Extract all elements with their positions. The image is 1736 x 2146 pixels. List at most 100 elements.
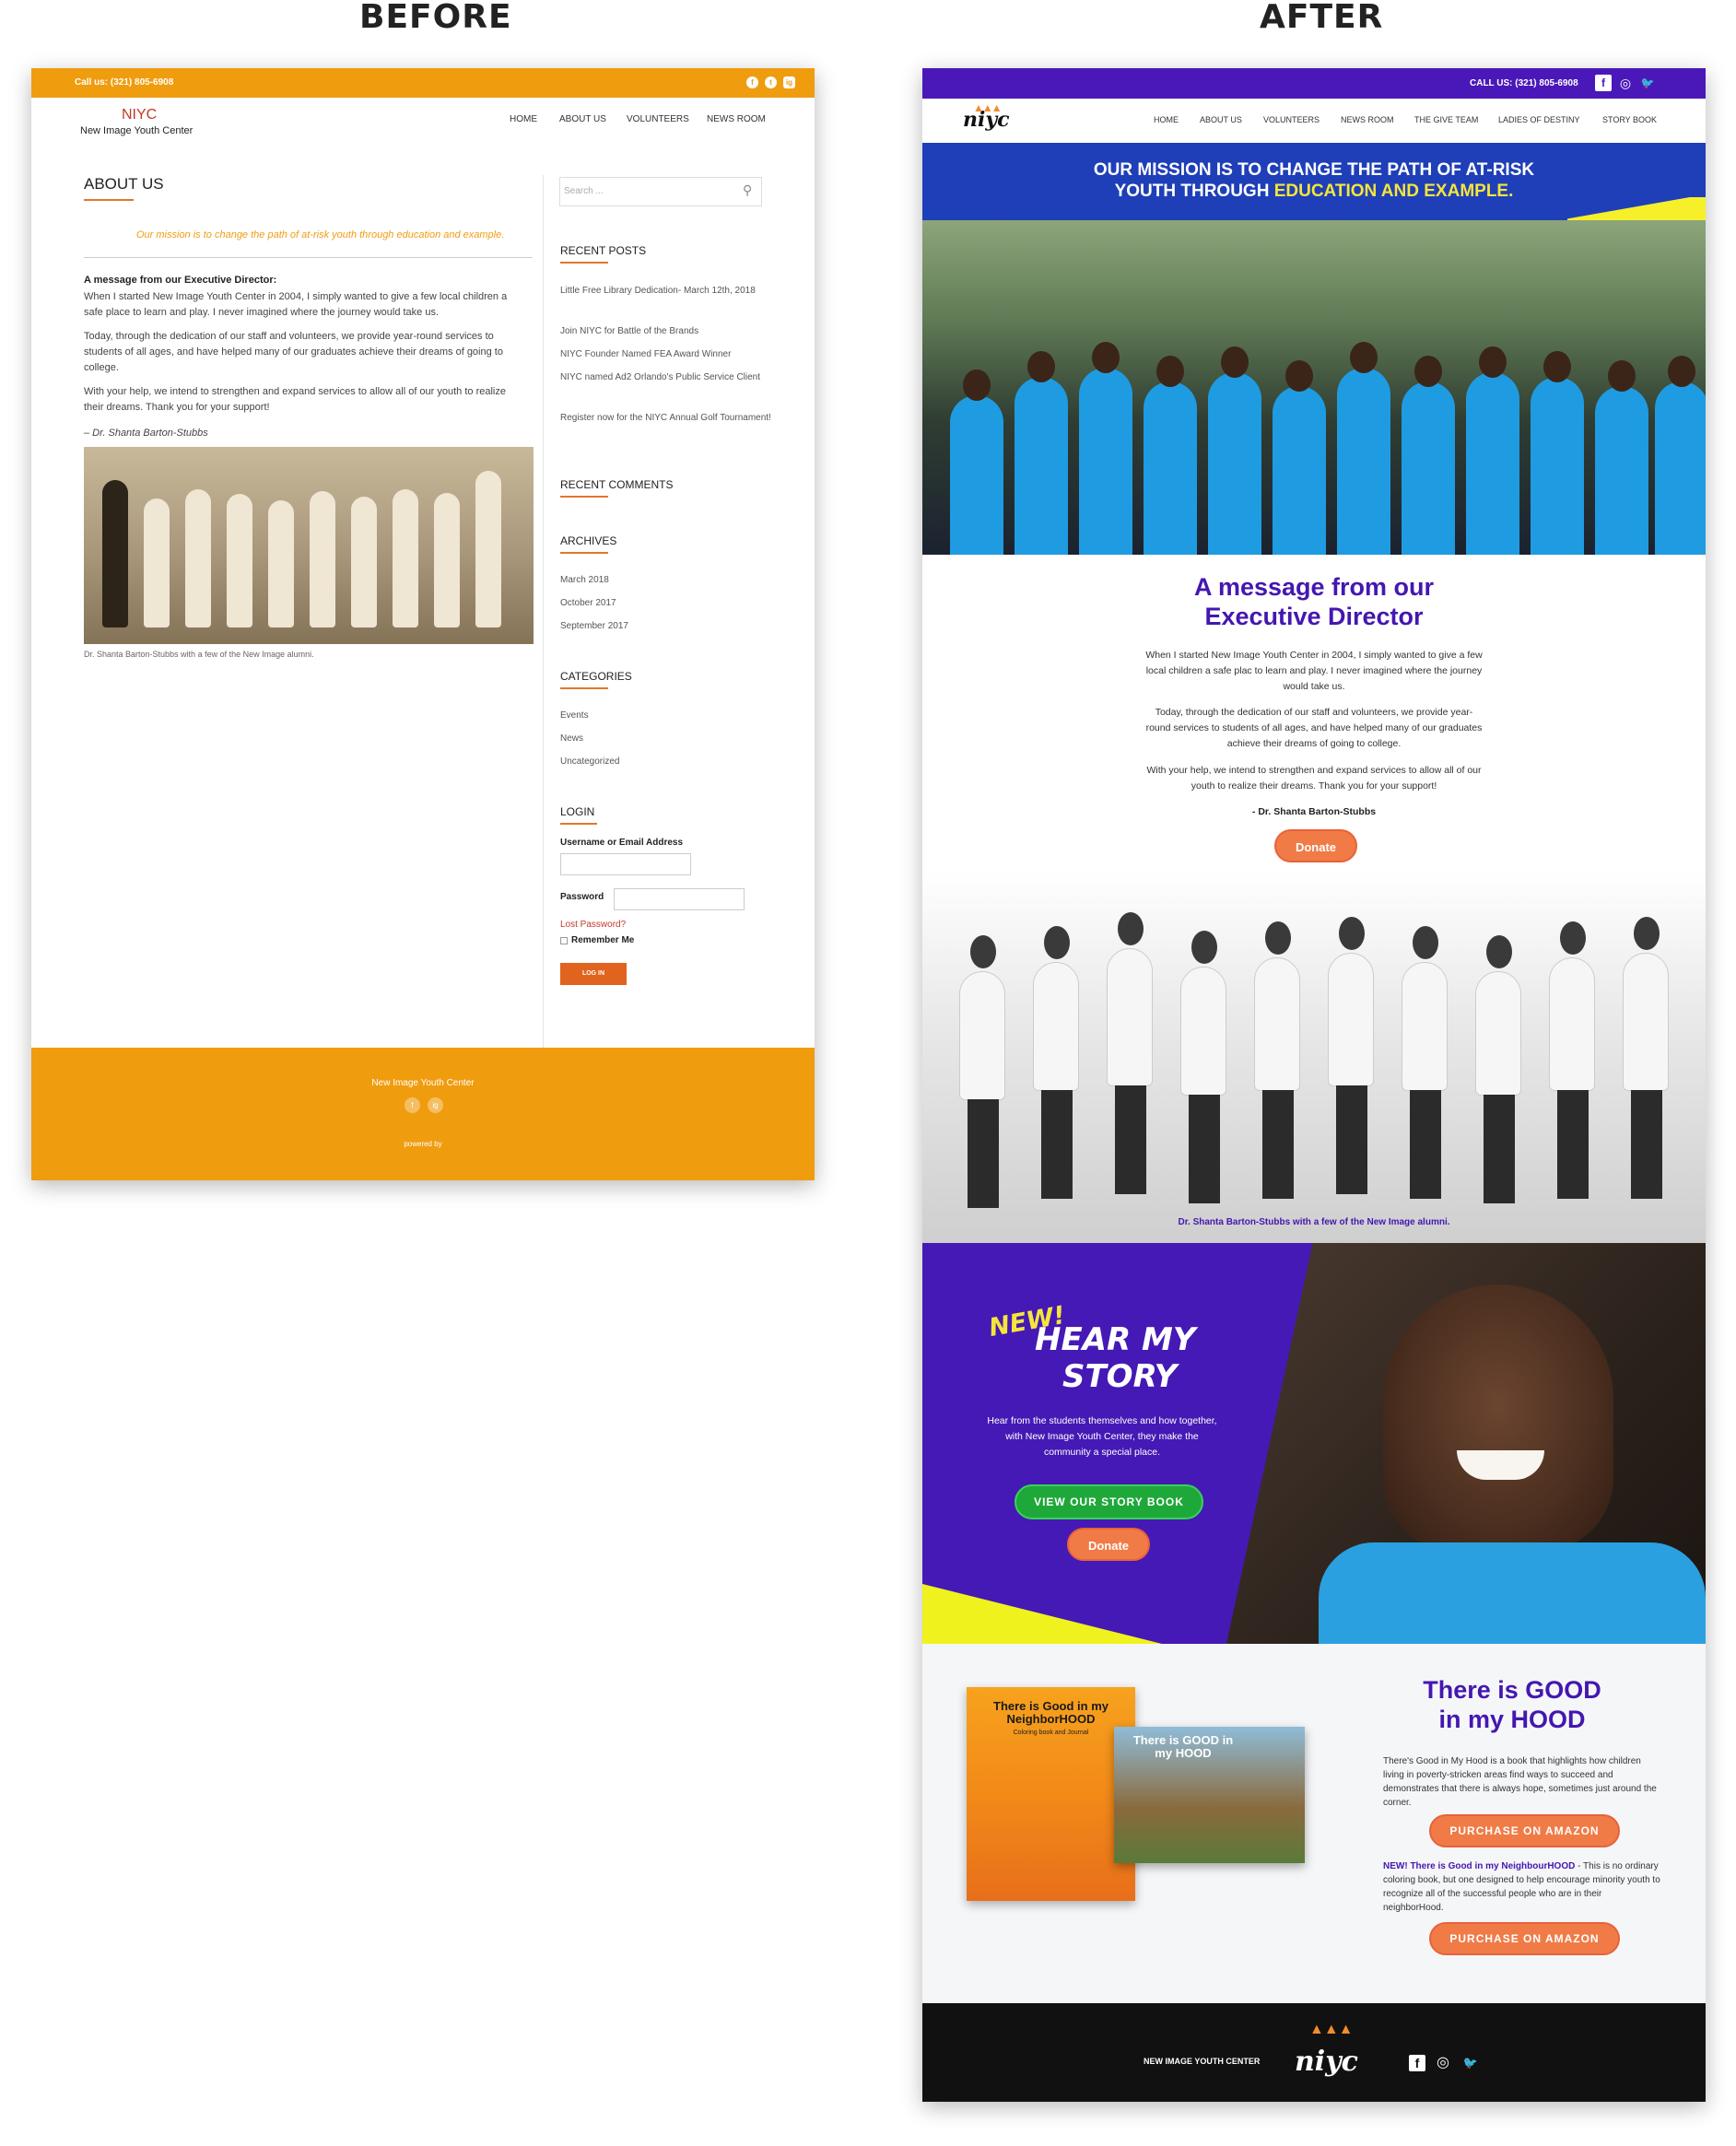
password-label: Password — [560, 892, 604, 902]
purchase-amazon-button-1[interactable]: PURCHASE ON AMAZON — [1429, 1814, 1620, 1847]
mission-statement: Our mission is to change the path of at-… — [136, 229, 505, 240]
archive-september-2017[interactable]: September 2017 — [560, 618, 772, 634]
book2-title: There is GOOD in my HOOD — [1132, 1733, 1234, 1760]
coloring-book-description: NEW! There is Good in my NeighbourHOOD -… — [1383, 1861, 1660, 1913]
message-heading: A message from our Executive Director: — [84, 275, 277, 286]
signature: – Dr. Shanta Barton-Stubbs — [84, 428, 208, 439]
message-heading-1: A message from our — [1193, 573, 1435, 601]
nav-volunteers[interactable]: VOLUNTEERS — [627, 114, 689, 124]
twitter-icon[interactable]: t — [765, 76, 777, 88]
nav-news-room[interactable]: NEWS ROOM — [707, 114, 766, 124]
recent-post-1[interactable]: Little Free Library Dedication- March 12… — [560, 283, 772, 299]
footer-twitter-icon[interactable]: 🐦 — [1460, 2053, 1481, 2073]
mission-line-1: OUR MISSION IS TO CHANGE THE PATH OF AT-… — [1093, 160, 1535, 180]
facebook-icon[interactable]: f — [1595, 75, 1612, 91]
recent-comments-title: RECENT COMMENTS — [560, 478, 674, 491]
remember-me-label: Remember Me — [571, 935, 635, 945]
footer-instagram-icon[interactable]: ◎ — [1433, 2053, 1453, 2073]
alumni-photo — [922, 870, 1706, 1243]
archive-march-2018[interactable]: March 2018 — [560, 572, 772, 588]
recent-posts-title: RECENT POSTS — [560, 244, 647, 257]
divider — [84, 257, 533, 258]
category-news[interactable]: News — [560, 731, 772, 746]
mission-line-2: YOUTH THROUGH EDUCATION AND EXAMPLE. — [1114, 182, 1514, 201]
comparison-canvas: BEFORE AFTER Call us: (321) 805-6908 f t… — [0, 0, 1736, 2146]
archive-october-2017[interactable]: October 2017 — [560, 595, 772, 611]
recent-post-2[interactable]: Join NIYC for Battle of the Brands — [560, 323, 772, 339]
remember-me-checkbox[interactable] — [560, 937, 568, 944]
page-title: ABOUT US — [84, 175, 164, 193]
after-topbar — [922, 68, 1706, 99]
story-donate-button[interactable]: Donate — [1067, 1528, 1150, 1561]
alumni-caption: Dr. Shanta Barton-Stubbs with a few of t… — [1178, 1217, 1450, 1227]
before-call-number[interactable]: Call us: (321) 805-6908 — [75, 77, 173, 88]
search-icon[interactable]: ⚲ — [743, 182, 752, 198]
nav-news-room[interactable]: NEWS ROOM — [1341, 115, 1394, 124]
footer-crown-icon: ▲▲▲ — [1309, 2022, 1354, 2037]
donate-button[interactable]: Donate — [1274, 829, 1357, 862]
purchase-amazon-button-2[interactable]: PURCHASE ON AMAZON — [1429, 1922, 1620, 1955]
signature: - Dr. Shanta Barton-Stubbs — [1251, 806, 1377, 817]
login-button[interactable]: LOG IN — [560, 963, 627, 985]
story-heading-1: HEAR MY — [1035, 1321, 1196, 1358]
nav-ladies-of-destiny[interactable]: LADIES OF DESTINY — [1498, 115, 1580, 124]
login-title: LOGIN — [560, 805, 595, 818]
nav-story-book[interactable]: STORY BOOK — [1602, 115, 1657, 124]
footer-instagram-icon[interactable]: ig — [428, 1097, 443, 1113]
paragraph-1: When I started New Image Youth Center in… — [84, 291, 508, 318]
paragraph-2: Today, through the dedication of our sta… — [84, 331, 503, 373]
story-heading-2: STORY — [1062, 1358, 1178, 1395]
paragraph-3: With your help, we intend to strengthen … — [84, 386, 506, 413]
after-label: AFTER — [1260, 0, 1384, 36]
facebook-icon[interactable]: f — [746, 76, 758, 88]
paragraph-2: Today, through the dedication of our sta… — [1145, 707, 1483, 749]
username-label: Username or Email Address — [560, 838, 684, 848]
archives-title: ARCHIVES — [560, 534, 617, 547]
lost-password-link[interactable]: Lost Password? — [560, 920, 626, 930]
book1-title: There is Good in my NeighborHOOD — [993, 1699, 1108, 1726]
alumni-photo — [84, 447, 534, 644]
nav-about-us[interactable]: ABOUT US — [1200, 115, 1242, 124]
before-footer: New Image Youth Center f ig powered by — [31, 1048, 815, 1180]
category-events[interactable]: Events — [560, 708, 772, 723]
smiling-girl-photo — [1383, 1284, 1613, 1552]
footer-facebook-icon[interactable]: f — [405, 1097, 420, 1113]
username-field[interactable] — [560, 853, 691, 875]
story-text: Hear from the students themselves and ho… — [987, 1415, 1217, 1458]
books-heading-1: There is GOOD — [1423, 1676, 1601, 1704]
story-accent — [922, 1584, 1162, 1644]
password-field[interactable] — [614, 888, 745, 910]
instagram-icon[interactable]: ◎ — [1617, 75, 1634, 91]
recent-post-4[interactable]: NIYC named Ad2 Orlando's Public Service … — [560, 369, 772, 385]
sidebar-divider — [543, 175, 544, 1083]
nav-home[interactable]: HOME — [510, 114, 537, 124]
paragraph-1: When I started New Image Youth Center in… — [1145, 650, 1483, 692]
paragraph-3: With your help, we intend to strengthen … — [1146, 765, 1482, 792]
books-heading-2: in my HOOD — [1438, 1706, 1586, 1733]
twitter-icon[interactable]: 🐦 — [1639, 75, 1656, 91]
footer-logo[interactable]: niyc — [1295, 2046, 1358, 2078]
recent-post-3[interactable]: NIYC Founder Named FEA Award Winner — [560, 346, 772, 362]
before-page: Call us: (321) 805-6908 f t ig NIYC New … — [31, 68, 815, 1180]
after-logo[interactable]: niyc — [963, 108, 1010, 132]
coloring-book-cover[interactable]: There is Good in my NeighborHOOD Colorin… — [967, 1687, 1135, 1901]
instagram-icon[interactable]: ig — [783, 76, 795, 88]
nav-about-us[interactable]: ABOUT US — [559, 114, 606, 124]
title-underline — [84, 199, 134, 201]
view-story-book-button[interactable]: VIEW OUR STORY BOOK — [1015, 1484, 1203, 1519]
before-label: BEFORE — [359, 0, 512, 36]
categories-title: CATEGORIES — [560, 670, 632, 683]
message-heading-2: Executive Director — [1204, 603, 1424, 630]
category-uncategorized[interactable]: Uncategorized — [560, 754, 772, 769]
before-logo-subtitle: New Image Youth Center — [80, 125, 194, 136]
recent-post-5[interactable]: Register now for the NIYC Annual Golf To… — [560, 410, 772, 426]
after-call-number[interactable]: CALL US: (321) 805-6908 — [1470, 78, 1578, 88]
footer-facebook-icon[interactable]: f — [1409, 2055, 1425, 2071]
good-in-my-hood-book-cover[interactable]: There is GOOD in my HOOD — [1114, 1727, 1305, 1863]
search-placeholder: Search ... — [564, 186, 604, 196]
nav-the-give-team[interactable]: THE GIVE TEAM — [1414, 115, 1478, 124]
nav-home[interactable]: HOME — [1154, 115, 1179, 124]
photo-caption: Dr. Shanta Barton-Stubbs with a few of t… — [84, 650, 314, 659]
before-logo[interactable]: NIYC — [122, 107, 157, 123]
nav-volunteers[interactable]: VOLUNTEERS — [1263, 115, 1320, 124]
